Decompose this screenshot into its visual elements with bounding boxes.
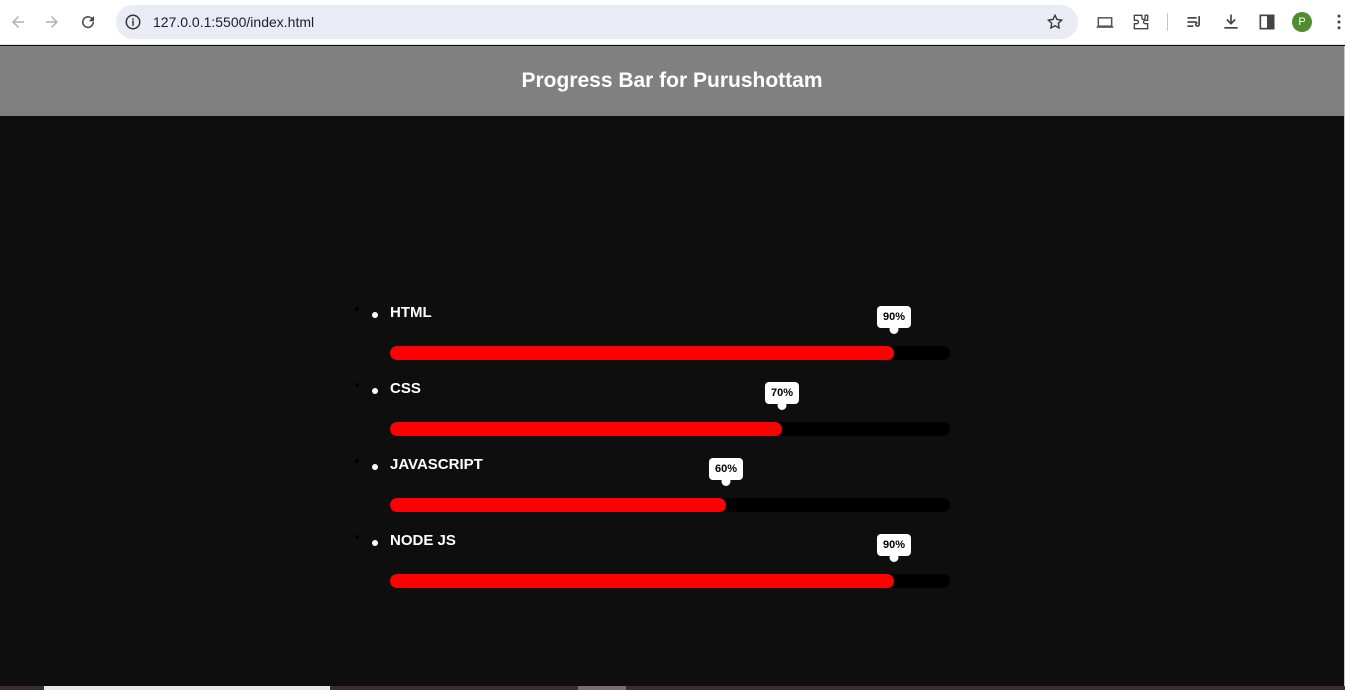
skill-name: NODE JS [390,532,456,549]
skill-item-nodejs: NODE JS 90% [370,528,950,604]
tooltip-pointer [889,325,899,334]
progress-track [390,422,950,436]
toolbar-separator [1167,13,1168,31]
back-icon[interactable] [4,8,32,36]
progress-fill [390,498,726,512]
list-bullet [372,540,378,546]
list-bullet [372,388,378,394]
extensions-icon[interactable] [1131,12,1151,32]
progress-track [390,346,950,360]
list-bullet [372,464,378,470]
taskbar-item [44,686,330,690]
tooltip-pointer [721,477,731,486]
profile-avatar[interactable]: P [1292,12,1312,32]
browser-toolbar: 127.0.0.1:5500/index.html P [0,0,1345,45]
skill-item-css: CSS 70% [370,376,950,452]
forward-icon[interactable] [38,8,66,36]
page-title: Progress Bar for Purushottam [521,69,823,92]
skill-item-html: HTML 90% [370,300,950,376]
address-bar[interactable]: 127.0.0.1:5500/index.html [116,5,1078,39]
downloads-icon[interactable] [1221,12,1241,32]
skill-item-javascript: JAVASCRIPT 60% [370,452,950,528]
progress-fill [390,422,782,436]
url-text: 127.0.0.1:5500/index.html [153,14,315,30]
progress-track [390,574,950,588]
site-info-icon[interactable] [124,13,142,31]
taskbar-strip [0,686,1345,690]
bookmark-star-icon[interactable] [1046,13,1064,31]
tooltip-pointer [777,401,787,410]
progress-fill [390,574,894,588]
progress-track [390,498,950,512]
progress-fill [390,346,894,360]
page-body: HTML 90% CSS 70% JAVASCRIPT 60% [0,116,1344,686]
cast-icon[interactable] [1095,12,1115,32]
tooltip-pointer [889,553,899,562]
side-panel-icon[interactable] [1257,12,1277,32]
skill-name: JAVASCRIPT [390,456,483,473]
media-control-icon[interactable] [1185,12,1205,32]
page-header: Progress Bar for Purushottam [0,46,1344,116]
skill-name: CSS [390,380,421,397]
more-menu-icon[interactable] [1329,12,1345,32]
skill-name: HTML [390,304,432,321]
reload-icon[interactable] [74,8,102,36]
list-bullet [372,312,378,318]
taskbar-item [578,686,626,690]
